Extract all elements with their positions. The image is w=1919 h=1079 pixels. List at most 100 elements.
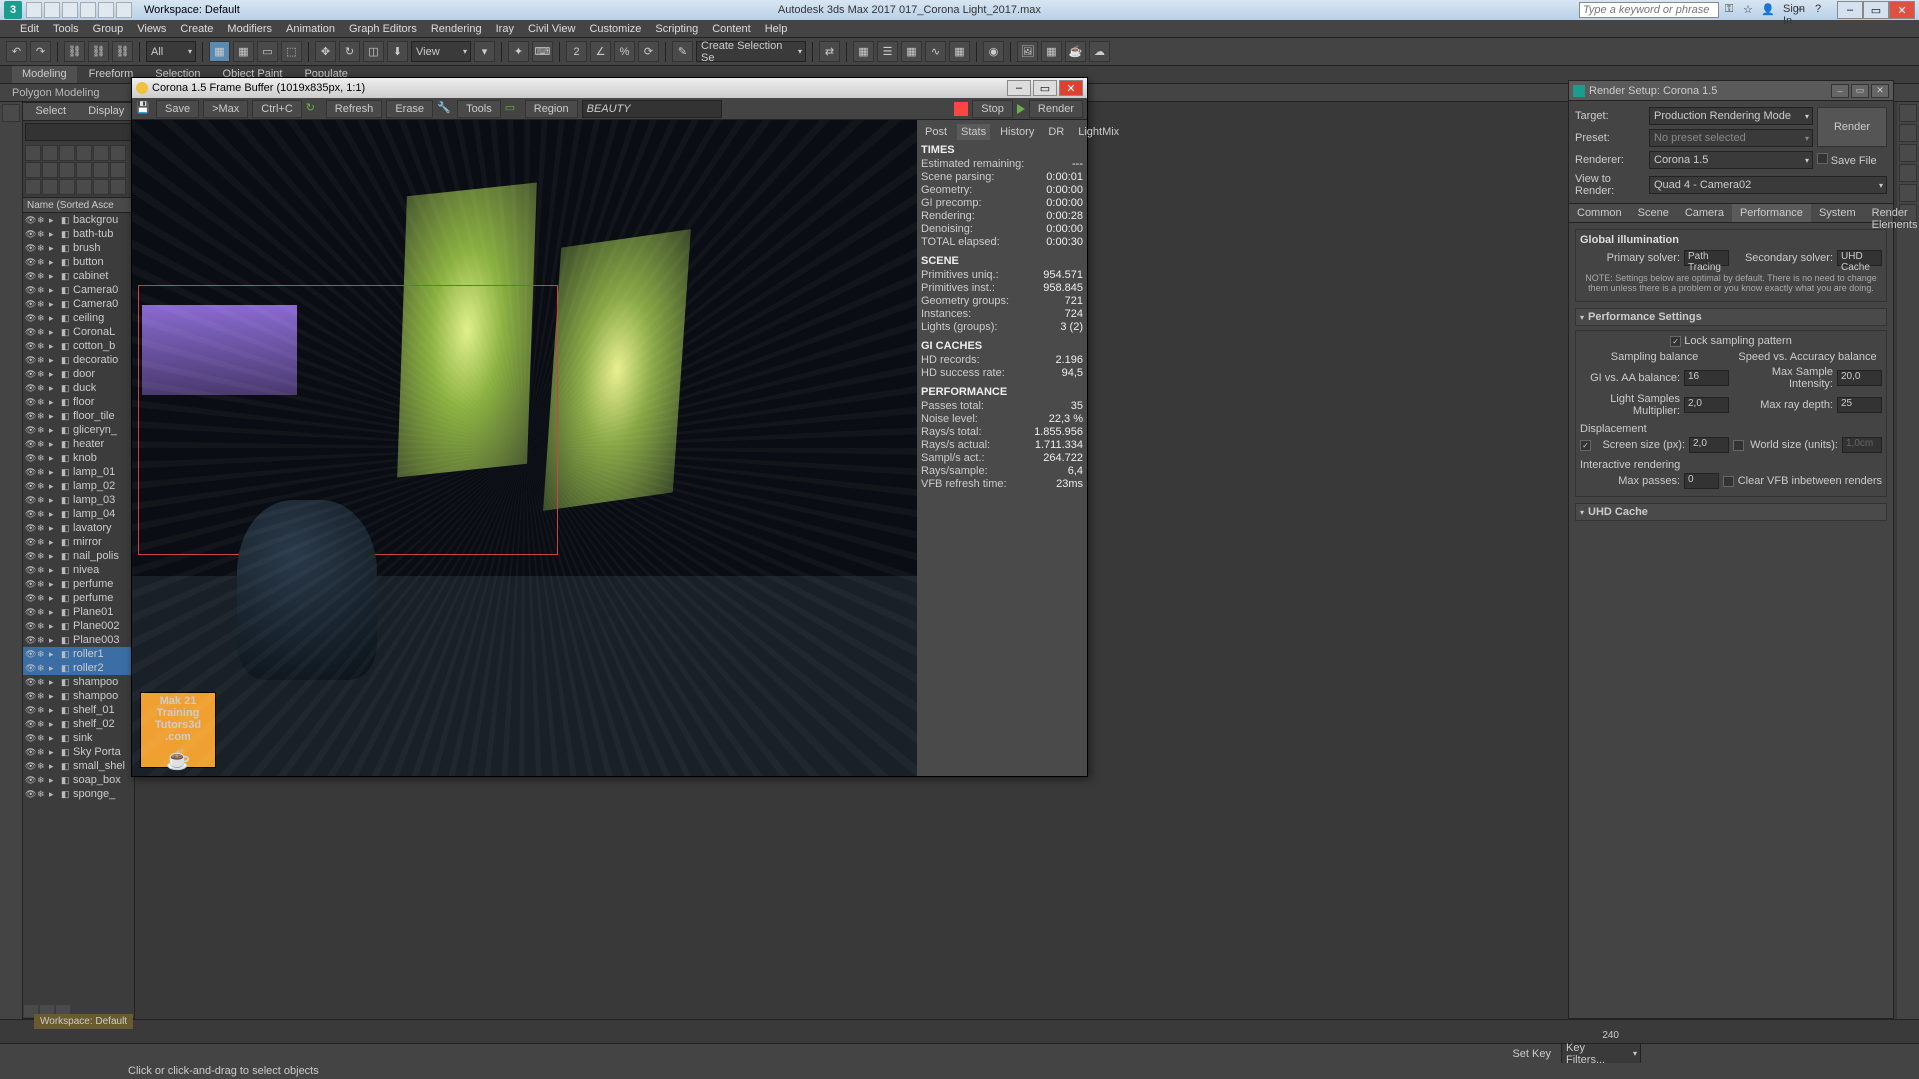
motion-tab-icon[interactable] xyxy=(1899,164,1917,182)
scale-icon[interactable]: ◫ xyxy=(363,41,384,62)
explorer-filter-input[interactable] xyxy=(25,123,132,141)
rotate-icon[interactable]: ↻ xyxy=(339,41,360,62)
snap-2d-icon[interactable]: 2 xyxy=(566,41,587,62)
list-item[interactable]: 👁❄▸◧ceiling xyxy=(23,311,134,325)
list-item[interactable]: 👁❄▸◧Camera0 xyxy=(23,283,134,297)
target-dropdown[interactable]: Production Rendering Mode xyxy=(1649,107,1813,125)
filter-frz-icon[interactable] xyxy=(93,162,109,178)
list-item[interactable]: 👁❄▸◧cabinet xyxy=(23,269,134,283)
list-item[interactable]: 👁❄▸◧roller2 xyxy=(23,661,134,675)
move-icon[interactable]: ✥ xyxy=(315,41,336,62)
maxray-spinner[interactable]: 25 xyxy=(1837,397,1882,413)
spinner-snap-icon[interactable]: ⟳ xyxy=(638,41,659,62)
align-icon[interactable]: ▦ xyxy=(853,41,874,62)
filter-bone-icon[interactable] xyxy=(25,162,41,178)
rs-tab-renderelements[interactable]: Render Elements xyxy=(1864,204,1919,222)
list-item[interactable]: 👁❄▸◧nail_polis xyxy=(23,549,134,563)
menu-grapheditors[interactable]: Graph Editors xyxy=(349,23,417,35)
menu-customize[interactable]: Customize xyxy=(589,23,641,35)
fb-minimize-button[interactable]: – xyxy=(1007,80,1031,96)
curve-editor-icon[interactable]: ∿ xyxy=(925,41,946,62)
named-selection-dropdown[interactable]: Create Selection Se xyxy=(696,41,806,62)
stats-tab-lightmix[interactable]: LightMix xyxy=(1074,124,1123,140)
fb-maximize-button[interactable]: ▭ xyxy=(1033,80,1057,96)
rs-tab-common[interactable]: Common xyxy=(1569,204,1630,222)
uhd-cache-header[interactable]: UHD Cache xyxy=(1575,503,1887,521)
list-item[interactable]: 👁❄▸◧lamp_03 xyxy=(23,493,134,507)
savefile-checkbox[interactable] xyxy=(1817,153,1828,164)
list-item[interactable]: 👁❄▸◧knob xyxy=(23,451,134,465)
list-item[interactable]: 👁❄▸◧sink xyxy=(23,731,134,745)
setkey-button[interactable]: Set Key xyxy=(1512,1048,1551,1060)
list-item[interactable]: 👁❄▸◧CoronaL xyxy=(23,325,134,339)
ribbon-tab-modeling[interactable]: Modeling xyxy=(12,66,77,83)
render-viewport[interactable]: Mak 21 Training Tutors3d .com ☕ xyxy=(132,120,917,776)
fb-tomax-button[interactable]: >Max xyxy=(203,100,248,118)
fb-stop-button[interactable]: Stop xyxy=(972,100,1013,118)
giaa-spinner[interactable]: 16 xyxy=(1684,370,1729,386)
filter-b-icon[interactable] xyxy=(42,179,58,195)
help-search-input[interactable] xyxy=(1579,2,1719,18)
rendered-fb-icon[interactable]: ▦ xyxy=(1041,41,1062,62)
key-icon[interactable]: ⚿ xyxy=(1725,3,1739,17)
list-item[interactable]: 👁❄▸◧sponge_ xyxy=(23,787,134,801)
filter-geom-icon[interactable] xyxy=(25,145,41,161)
list-item[interactable]: 👁❄▸◧Sky Porta xyxy=(23,745,134,759)
bind-icon[interactable]: ⛓ xyxy=(112,41,133,62)
list-item[interactable]: 👁❄▸◧floor_tile xyxy=(23,409,134,423)
render-region-box[interactable] xyxy=(138,285,558,555)
create-tab-icon[interactable] xyxy=(1899,104,1917,122)
layers-icon[interactable]: ☰ xyxy=(877,41,898,62)
selection-filter-dropdown[interactable]: All xyxy=(146,41,196,62)
list-item[interactable]: 👁❄▸◧Camera0 xyxy=(23,297,134,311)
rs-close-button[interactable]: ✕ xyxy=(1871,84,1889,98)
rs-tab-system[interactable]: System xyxy=(1811,204,1864,222)
menu-civilview[interactable]: Civil View xyxy=(528,23,575,35)
qat-open-icon[interactable] xyxy=(44,2,60,18)
filter-light-icon[interactable] xyxy=(59,145,75,161)
menu-tools[interactable]: Tools xyxy=(53,23,79,35)
edit-sel-icon[interactable]: ✎ xyxy=(672,41,693,62)
snap-angle-icon[interactable]: ∠ xyxy=(590,41,611,62)
display-tab-icon[interactable] xyxy=(1899,184,1917,202)
close-button[interactable]: ✕ xyxy=(1889,1,1915,19)
view-dropdown[interactable]: Quad 4 - Camera02 xyxy=(1649,176,1887,194)
menu-group[interactable]: Group xyxy=(93,23,124,35)
fb-channel-dropdown[interactable]: BEAUTY xyxy=(582,100,722,118)
list-item[interactable]: 👁❄▸◧Plane003 xyxy=(23,633,134,647)
menu-rendering[interactable]: Rendering xyxy=(431,23,482,35)
filter-a-icon[interactable] xyxy=(25,179,41,195)
list-item[interactable]: 👁❄▸◧shelf_02 xyxy=(23,717,134,731)
list-item[interactable]: 👁❄▸◧shelf_01 xyxy=(23,703,134,717)
mirror-icon[interactable]: ⇄ xyxy=(819,41,840,62)
workspace-indicator[interactable]: Workspace: Default xyxy=(34,1014,133,1029)
rs-tab-scene[interactable]: Scene xyxy=(1630,204,1677,222)
list-item[interactable]: 👁❄▸◧lavatory xyxy=(23,521,134,535)
list-item[interactable]: 👁❄▸◧lamp_01 xyxy=(23,465,134,479)
menu-views[interactable]: Views xyxy=(137,23,166,35)
list-item[interactable]: 👁❄▸◧heater xyxy=(23,437,134,451)
qat-save-icon[interactable] xyxy=(62,2,78,18)
ref-coord-dropdown[interactable]: View xyxy=(411,41,471,62)
list-item[interactable]: 👁❄▸◧shampoo xyxy=(23,675,134,689)
maximize-button[interactable]: ▭ xyxy=(1863,1,1889,19)
rs-minimize-button[interactable]: – xyxy=(1831,84,1849,98)
lsm-spinner[interactable]: 2,0 xyxy=(1684,397,1729,413)
world-radio[interactable] xyxy=(1733,440,1744,451)
stats-tab-post[interactable]: Post xyxy=(921,124,951,140)
redo-icon[interactable]: ↷ xyxy=(30,41,51,62)
render-iray-icon[interactable]: ☁ xyxy=(1089,41,1110,62)
filter-cnt-icon[interactable] xyxy=(42,162,58,178)
material-editor-icon[interactable]: ◉ xyxy=(983,41,1004,62)
list-item[interactable]: 👁❄▸◧backgrou xyxy=(23,213,134,227)
hierarchy-tab-icon[interactable] xyxy=(1899,144,1917,162)
stats-tab-stats[interactable]: Stats xyxy=(957,124,990,140)
menu-edit[interactable]: Edit xyxy=(20,23,39,35)
placement-icon[interactable]: ⬇ xyxy=(387,41,408,62)
list-item[interactable]: 👁❄▸◧brush xyxy=(23,241,134,255)
keyboard-icon[interactable]: ⌨ xyxy=(532,41,553,62)
maxpass-spinner[interactable]: 0 xyxy=(1684,473,1719,489)
list-item[interactable]: 👁❄▸◧nivea xyxy=(23,563,134,577)
workspace-dropdown[interactable]: Workspace: Default xyxy=(144,4,240,16)
explorer-column-header[interactable]: Name (Sorted Asce xyxy=(23,197,134,213)
